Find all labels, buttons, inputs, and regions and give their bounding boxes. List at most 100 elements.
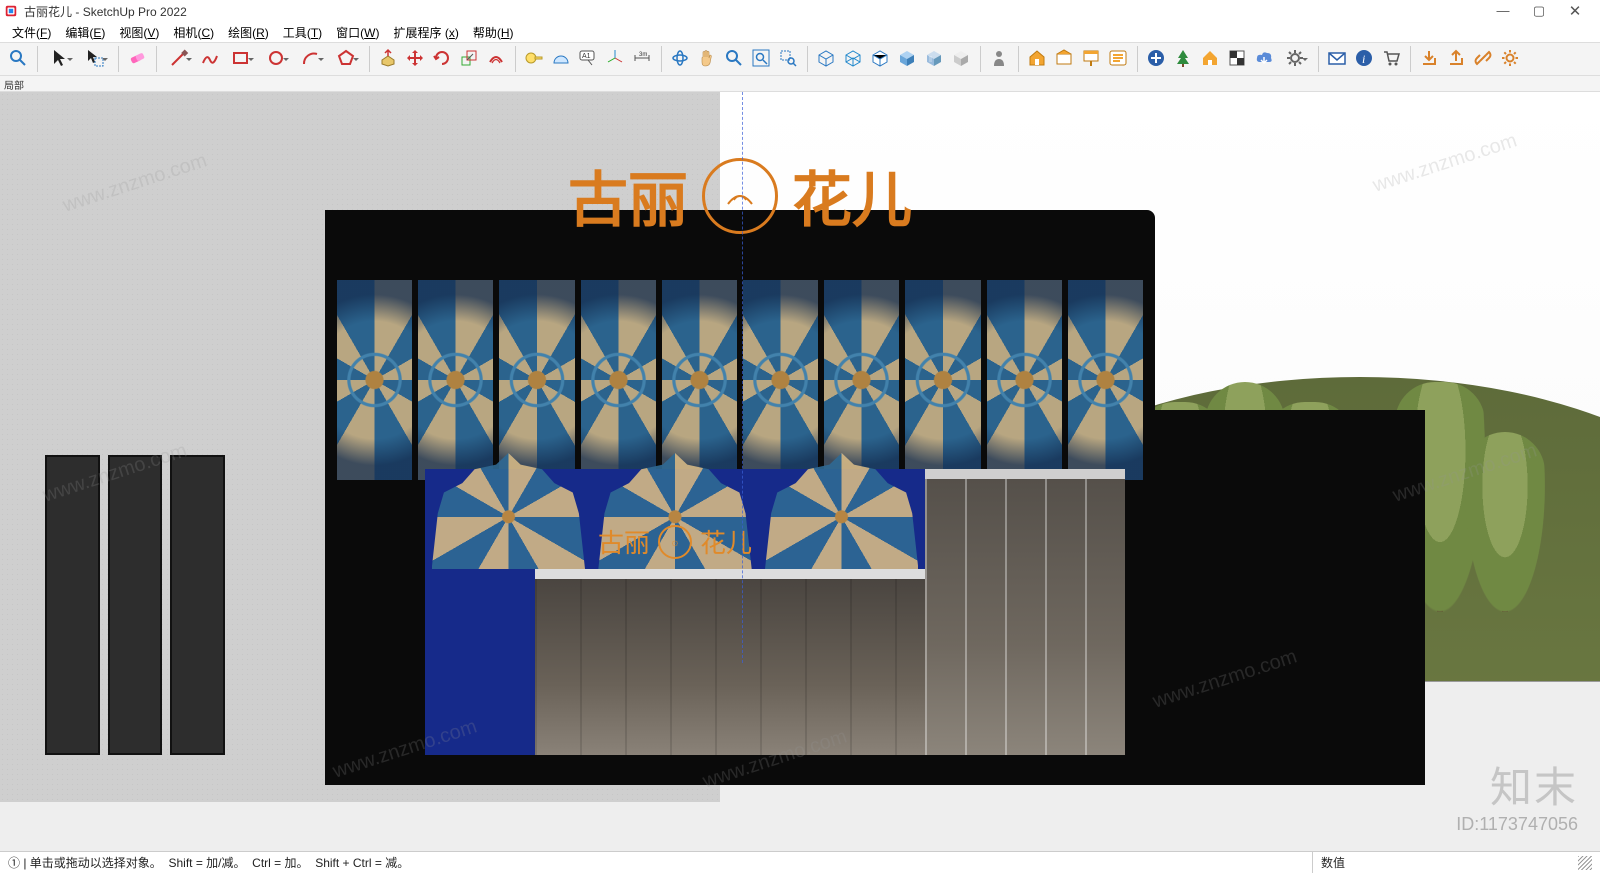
menu-help[interactable]: 帮助(H) bbox=[467, 22, 520, 43]
menu-extensions[interactable]: 扩展程序 (x) bbox=[388, 22, 465, 43]
export-button[interactable] bbox=[1443, 46, 1469, 72]
hidden-line-button[interactable] bbox=[867, 46, 893, 72]
scale-button[interactable] bbox=[456, 46, 482, 72]
outliner-button[interactable] bbox=[1105, 46, 1131, 72]
store-sign-right: 花儿 bbox=[700, 523, 752, 560]
zoom-window-icon bbox=[778, 48, 798, 71]
add-button[interactable] bbox=[1143, 46, 1169, 72]
window-controls: — ▢ ✕ bbox=[1494, 4, 1596, 19]
move-button[interactable] bbox=[402, 46, 428, 72]
paint-button[interactable] bbox=[1078, 46, 1104, 72]
import-button[interactable] bbox=[1416, 46, 1442, 72]
menu-file[interactable]: 文件(F) bbox=[6, 22, 57, 43]
storefront-header: 古丽 ۞ 花儿 bbox=[425, 469, 925, 569]
axis-button[interactable] bbox=[602, 46, 628, 72]
door bbox=[45, 455, 100, 755]
house-button[interactable] bbox=[1197, 46, 1223, 72]
xray-button[interactable] bbox=[813, 46, 839, 72]
line-button[interactable] bbox=[162, 46, 196, 72]
axis-icon bbox=[605, 48, 625, 71]
pattern-panel bbox=[743, 280, 818, 480]
menu-window[interactable]: 窗口(W) bbox=[330, 22, 385, 43]
info-button[interactable]: i bbox=[1351, 46, 1377, 72]
scene-description-bar: 局部 bbox=[0, 76, 1600, 92]
person-button[interactable] bbox=[986, 46, 1012, 72]
pattern-panel bbox=[662, 280, 737, 480]
svg-text:A1: A1 bbox=[582, 53, 591, 60]
menu-draw[interactable]: 绘图(R) bbox=[222, 22, 275, 43]
eraser-button[interactable] bbox=[124, 46, 150, 72]
tape-button[interactable] bbox=[521, 46, 547, 72]
components-button[interactable] bbox=[1051, 46, 1077, 72]
xray-icon bbox=[816, 48, 836, 71]
shaded-tex-button[interactable] bbox=[921, 46, 947, 72]
status-bar: ① | 单击或拖动以选择对象。 Shift = 加/减。 Ctrl = 加。 S… bbox=[0, 851, 1600, 873]
cart-button[interactable] bbox=[1378, 46, 1404, 72]
select-button[interactable] bbox=[43, 46, 77, 72]
rectangle-icon bbox=[231, 48, 251, 71]
mono-button[interactable] bbox=[948, 46, 974, 72]
mail-icon bbox=[1327, 48, 1347, 71]
resize-grip-icon[interactable] bbox=[1578, 856, 1592, 870]
tree-button[interactable] bbox=[1170, 46, 1196, 72]
store-left-wall bbox=[425, 569, 535, 755]
store-sign-left: 古丽 bbox=[598, 523, 650, 560]
link-button[interactable] bbox=[1470, 46, 1496, 72]
select-window-button[interactable] bbox=[78, 46, 112, 72]
text-button[interactable]: A1 bbox=[575, 46, 601, 72]
rectangle-button[interactable] bbox=[224, 46, 258, 72]
zoom-window-button[interactable] bbox=[775, 46, 801, 72]
store-window bbox=[535, 569, 925, 755]
orbit-button[interactable] bbox=[667, 46, 693, 72]
store-body bbox=[425, 569, 925, 755]
shaded-button[interactable] bbox=[894, 46, 920, 72]
tree bbox=[1465, 432, 1545, 612]
value-field[interactable]: 数值 bbox=[1312, 852, 1572, 873]
pushpull-button[interactable] bbox=[375, 46, 401, 72]
arc-button[interactable] bbox=[294, 46, 328, 72]
menu-tools[interactable]: 工具(T) bbox=[277, 22, 328, 43]
settings-icon bbox=[1500, 48, 1520, 71]
paint-icon bbox=[1081, 48, 1101, 71]
tool-group bbox=[1410, 46, 1525, 72]
polygon-button[interactable] bbox=[329, 46, 363, 72]
export-icon bbox=[1446, 48, 1466, 71]
viewport[interactable]: 古丽 花儿 古丽 ۞ 花儿 bbox=[0, 92, 1600, 851]
freehand-button[interactable] bbox=[197, 46, 223, 72]
zoom-extents-button[interactable] bbox=[748, 46, 774, 72]
search-button[interactable] bbox=[5, 46, 31, 72]
sign-text-right: 花儿 bbox=[792, 152, 912, 239]
circle-button[interactable] bbox=[259, 46, 293, 72]
pattern-panel bbox=[499, 280, 574, 480]
info-icon: i bbox=[1354, 48, 1374, 71]
tool-group: A1 3m bbox=[515, 46, 657, 72]
zoom-extents-icon bbox=[751, 48, 771, 71]
wireframe-icon bbox=[843, 48, 863, 71]
zoom-button[interactable] bbox=[721, 46, 747, 72]
rotate-button[interactable] bbox=[429, 46, 455, 72]
offset-icon bbox=[486, 48, 506, 71]
menu-camera[interactable]: 相机(C) bbox=[167, 22, 220, 43]
close-button[interactable]: ✕ bbox=[1566, 4, 1584, 19]
gear-button[interactable] bbox=[1278, 46, 1312, 72]
dimension-button[interactable]: 3m bbox=[629, 46, 655, 72]
cloud-button[interactable] bbox=[1251, 46, 1277, 72]
offset-button[interactable] bbox=[483, 46, 509, 72]
wireframe-button[interactable] bbox=[840, 46, 866, 72]
pattern-panel bbox=[337, 280, 412, 480]
gear-icon bbox=[1285, 48, 1305, 71]
tool-group bbox=[980, 46, 1014, 72]
pushpull-icon bbox=[378, 48, 398, 71]
menu-edit[interactable]: 编辑(E) bbox=[59, 22, 111, 43]
warehouse-button[interactable] bbox=[1024, 46, 1050, 72]
protractor-button[interactable] bbox=[548, 46, 574, 72]
settings-button[interactable] bbox=[1497, 46, 1523, 72]
search-icon bbox=[8, 48, 28, 71]
checker-button[interactable] bbox=[1224, 46, 1250, 72]
menu-view[interactable]: 视图(V) bbox=[113, 22, 165, 43]
minimize-button[interactable]: — bbox=[1494, 4, 1512, 19]
mail-button[interactable] bbox=[1324, 46, 1350, 72]
maximize-button[interactable]: ▢ bbox=[1530, 4, 1548, 19]
arc-icon bbox=[301, 48, 321, 71]
pan-button[interactable] bbox=[694, 46, 720, 72]
